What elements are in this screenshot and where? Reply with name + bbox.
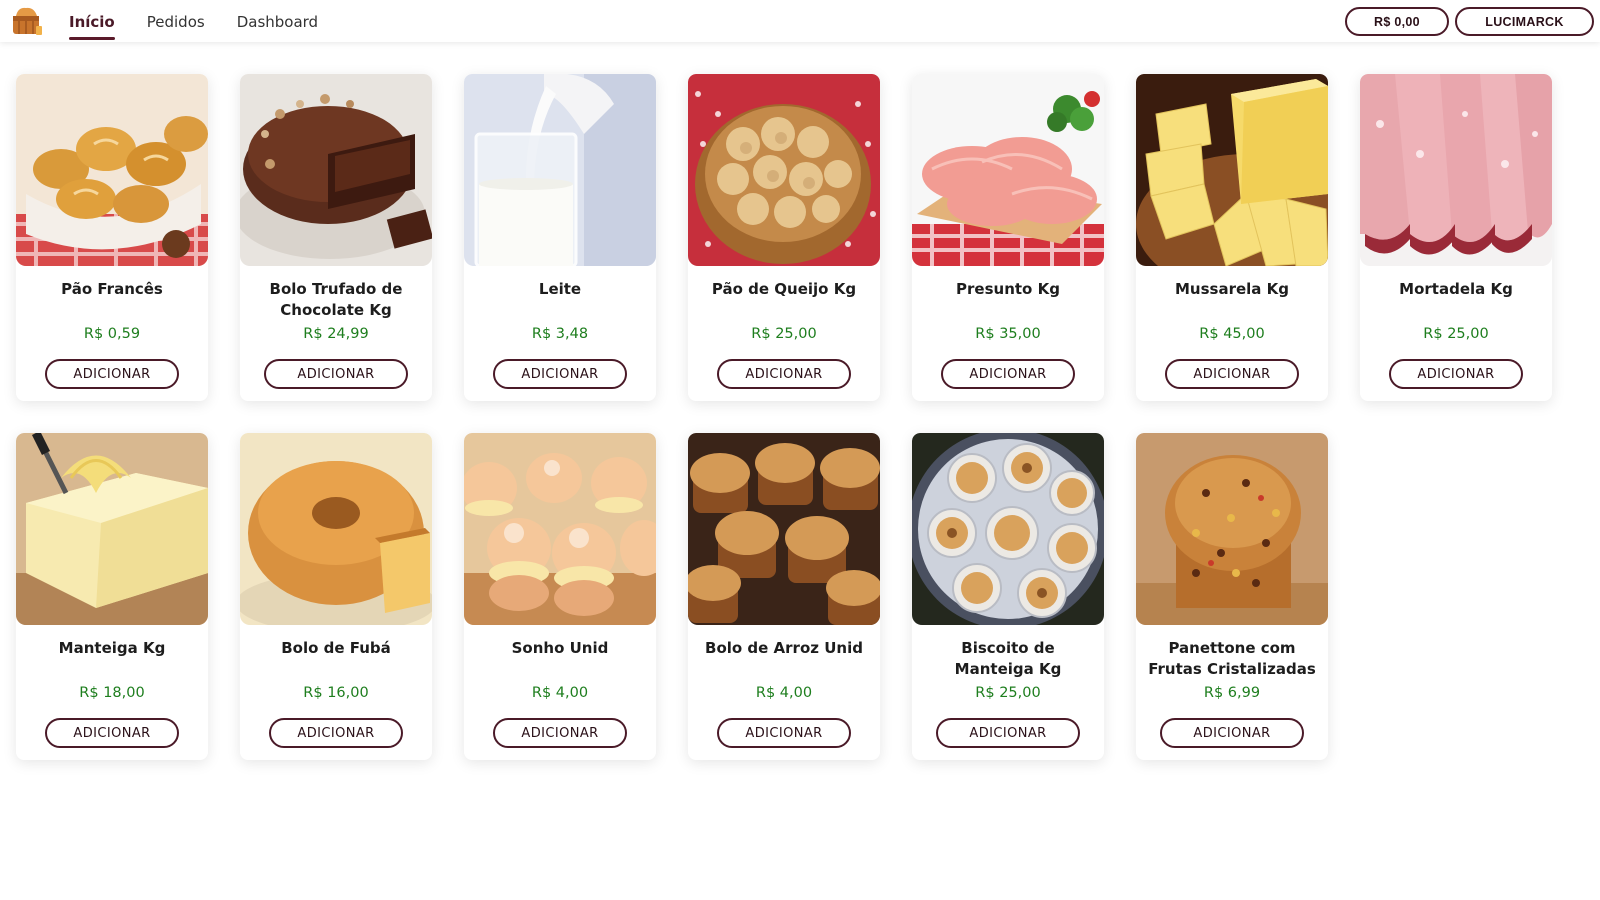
- product-name: Manteiga Kg: [58, 639, 166, 657]
- product-price: R$ 16,00: [303, 685, 369, 701]
- add-to-cart-button[interactable]: ADICIONAR: [269, 718, 403, 748]
- bakery-basket-icon[interactable]: [10, 4, 44, 38]
- add-to-cart-button[interactable]: ADICIONAR: [45, 359, 179, 389]
- ham-slices-image: [912, 74, 1104, 266]
- mortadella-slices-image: [1360, 74, 1552, 266]
- product-price: R$ 25,00: [975, 685, 1041, 701]
- product-card: Bolo de Arroz Unid R$ 4,00 ADICIONAR: [688, 433, 880, 760]
- add-to-cart-button[interactable]: ADICIONAR: [1389, 359, 1523, 389]
- product-price: R$ 6,99: [1203, 685, 1261, 701]
- product-card: Pão de Queijo Kg R$ 25,00 ADICIONAR: [688, 74, 880, 401]
- add-to-cart-button[interactable]: ADICIONAR: [717, 718, 851, 748]
- product-name: Pão Francês: [61, 280, 163, 298]
- add-to-cart-button[interactable]: ADICIONAR: [493, 718, 627, 748]
- product-card: Panettone com Frutas Cristalizadas R$ 6,…: [1136, 433, 1328, 760]
- nav-pedidos[interactable]: Pedidos: [147, 0, 205, 42]
- rice-cakes-image: [688, 433, 880, 625]
- product-name: Bolo de Arroz Unid: [705, 639, 863, 657]
- add-to-cart-button[interactable]: ADICIONAR: [941, 359, 1075, 389]
- top-navbar: Início Pedidos Dashboard R$ 0,00 LUCIMAR…: [0, 0, 1600, 42]
- product-card: Bolo Trufado de Chocolate Kg R$ 24,99 AD…: [240, 74, 432, 401]
- product-price: R$ 25,00: [751, 326, 817, 342]
- cart-total-button[interactable]: R$ 0,00: [1345, 7, 1449, 36]
- product-name: Panettone com Frutas Cristalizadas: [1148, 639, 1316, 678]
- product-price: R$ 0,59: [83, 326, 141, 342]
- product-card: Bolo de Fubá R$ 16,00 ADICIONAR: [240, 433, 432, 760]
- product-name: Leite: [538, 280, 582, 298]
- chocolate-cake-image: [240, 74, 432, 266]
- add-to-cart-button[interactable]: ADICIONAR: [493, 359, 627, 389]
- main-nav: Início Pedidos Dashboard: [69, 0, 350, 42]
- add-to-cart-button[interactable]: ADICIONAR: [1160, 718, 1304, 748]
- cream-doughnuts-image: [464, 433, 656, 625]
- add-to-cart-button[interactable]: ADICIONAR: [936, 718, 1080, 748]
- product-name: Mortadela Kg: [1399, 280, 1513, 298]
- product-price: R$ 18,00: [79, 685, 145, 701]
- product-name: Bolo de Fubá: [281, 639, 391, 657]
- product-price: R$ 25,00: [1423, 326, 1489, 342]
- product-price: R$ 4,00: [531, 685, 589, 701]
- product-price: R$ 35,00: [975, 326, 1041, 342]
- product-card: Mortadela Kg R$ 25,00 ADICIONAR: [1360, 74, 1552, 401]
- user-menu-button[interactable]: LUCIMARCK: [1455, 7, 1594, 36]
- cornmeal-cake-image: [240, 433, 432, 625]
- product-card: Pão Francês R$ 0,59 ADICIONAR: [16, 74, 208, 401]
- butter-block-image: [16, 433, 208, 625]
- product-price: R$ 4,00: [755, 685, 813, 701]
- butter-cookies-tin-image: [912, 433, 1104, 625]
- product-card: Sonho Unid R$ 4,00 ADICIONAR: [464, 433, 656, 760]
- add-to-cart-button[interactable]: ADICIONAR: [264, 359, 408, 389]
- product-name: Pão de Queijo Kg: [711, 280, 857, 298]
- mozzarella-cheese-image: [1136, 74, 1328, 266]
- bread-rolls-image: [16, 74, 208, 266]
- cheese-bread-basket-image: [688, 74, 880, 266]
- milk-glass-image: [464, 74, 656, 266]
- panettone-image: [1136, 433, 1328, 625]
- product-name: Presunto Kg: [956, 280, 1060, 298]
- product-name: Mussarela Kg: [1174, 280, 1289, 298]
- product-name: Bolo Trufado de Chocolate Kg: [269, 280, 403, 319]
- product-name: Sonho Unid: [511, 639, 609, 657]
- product-price: R$ 3,48: [531, 326, 589, 342]
- product-card: Biscoito de Manteiga Kg R$ 25,00 ADICION…: [912, 433, 1104, 760]
- nav-inicio[interactable]: Início: [69, 0, 115, 42]
- product-price: R$ 24,99: [303, 326, 369, 342]
- nav-dashboard[interactable]: Dashboard: [237, 0, 318, 42]
- add-to-cart-button[interactable]: ADICIONAR: [45, 718, 179, 748]
- product-grid: Pão Francês R$ 0,59 ADICIONAR Bolo Trufa…: [16, 74, 1552, 760]
- product-price: R$ 45,00: [1199, 326, 1265, 342]
- add-to-cart-button[interactable]: ADICIONAR: [1165, 359, 1299, 389]
- product-card: Leite R$ 3,48 ADICIONAR: [464, 74, 656, 401]
- product-name: Biscoito de Manteiga Kg: [954, 639, 1062, 678]
- product-card: Mussarela Kg R$ 45,00 ADICIONAR: [1136, 74, 1328, 401]
- add-to-cart-button[interactable]: ADICIONAR: [717, 359, 851, 389]
- product-card: Presunto Kg R$ 35,00 ADICIONAR: [912, 74, 1104, 401]
- product-card: Manteiga Kg R$ 18,00 ADICIONAR: [16, 433, 208, 760]
